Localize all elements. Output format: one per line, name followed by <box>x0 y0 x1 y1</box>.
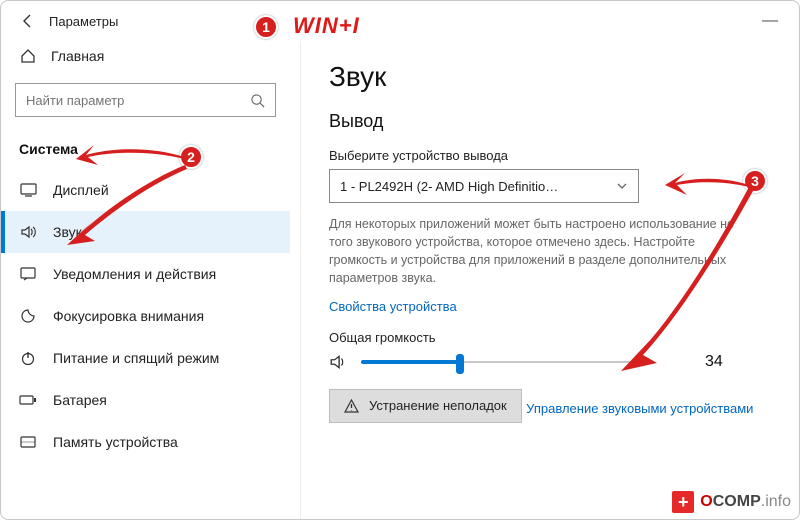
sidebar-item-battery[interactable]: Батарея <box>1 379 290 421</box>
sidebar-item-label: Дисплей <box>53 182 109 198</box>
power-icon <box>19 349 37 367</box>
home-nav[interactable]: Главная <box>1 41 290 77</box>
window-title: Параметры <box>49 14 118 29</box>
sidebar-item-label: Память устройства <box>53 434 178 450</box>
minimize-button[interactable]: — <box>755 12 785 30</box>
troubleshoot-button[interactable]: Устранение неполадок <box>329 389 522 423</box>
search-box[interactable] <box>15 83 276 117</box>
sidebar-item-storage[interactable]: Память устройства <box>1 421 290 463</box>
volume-label: Общая громкость <box>329 330 769 345</box>
sidebar-item-label: Питание и спящий режим <box>53 350 219 366</box>
battery-icon <box>19 391 37 409</box>
volume-value: 34 <box>705 353 723 371</box>
display-icon <box>19 181 37 199</box>
sidebar: Главная Система Дисплей Звук Уведомления… <box>1 41 301 519</box>
page-title: Звук <box>329 61 769 93</box>
window-body: Главная Система Дисплей Звук Уведомления… <box>1 41 799 519</box>
sidebar-item-label: Батарея <box>53 392 107 408</box>
back-button[interactable] <box>15 8 41 34</box>
sidebar-item-label: Звук <box>53 224 82 240</box>
home-label: Главная <box>51 48 104 64</box>
volume-slider[interactable] <box>361 353 651 371</box>
notify-icon <box>19 265 37 283</box>
sidebar-item-display[interactable]: Дисплей <box>1 169 290 211</box>
content-pane: Звук Вывод Выберите устройство вывода 1 … <box>301 41 799 519</box>
manage-devices-link[interactable]: Управление звуковыми устройствами <box>526 401 753 416</box>
titlebar: Параметры — <box>1 1 799 41</box>
settings-window: Параметры — Главная Система Дисплей <box>0 0 800 520</box>
device-properties-link[interactable]: Свойства устройства <box>329 299 457 314</box>
troubleshoot-label: Устранение неполадок <box>369 398 507 413</box>
watermark-text: OCOMP.info <box>700 493 791 511</box>
sidebar-item-focus[interactable]: Фокусировка внимания <box>1 295 290 337</box>
slider-fill <box>361 360 460 364</box>
dropdown-value: 1 - PL2492H (2- AMD High Definitio… <box>340 179 558 194</box>
warning-icon <box>344 399 359 413</box>
search-icon <box>250 93 265 108</box>
focus-icon <box>19 307 37 325</box>
section-system[interactable]: Система <box>1 133 290 169</box>
chevron-down-icon <box>616 180 628 192</box>
device-label: Выберите устройство вывода <box>329 148 769 163</box>
output-device-dropdown[interactable]: 1 - PL2492H (2- AMD High Definitio… <box>329 169 639 203</box>
device-hint: Для некоторых приложений может быть наст… <box>329 215 749 288</box>
slider-thumb[interactable] <box>456 354 464 374</box>
sidebar-item-power[interactable]: Питание и спящий режим <box>1 337 290 379</box>
search-input[interactable] <box>26 93 250 108</box>
speaker-icon <box>329 353 347 371</box>
output-heading: Вывод <box>329 111 769 132</box>
sidebar-item-notifications[interactable]: Уведомления и действия <box>1 253 290 295</box>
volume-row: 34 <box>329 353 769 371</box>
sidebar-item-sound[interactable]: Звук <box>1 211 290 253</box>
storage-icon <box>19 433 37 451</box>
home-icon <box>19 47 37 65</box>
sidebar-item-label: Фокусировка внимания <box>53 308 204 324</box>
sidebar-item-label: Уведомления и действия <box>53 266 216 282</box>
watermark-icon: + <box>672 491 694 513</box>
sound-icon <box>19 223 37 241</box>
watermark: + OCOMP.info <box>672 491 791 513</box>
